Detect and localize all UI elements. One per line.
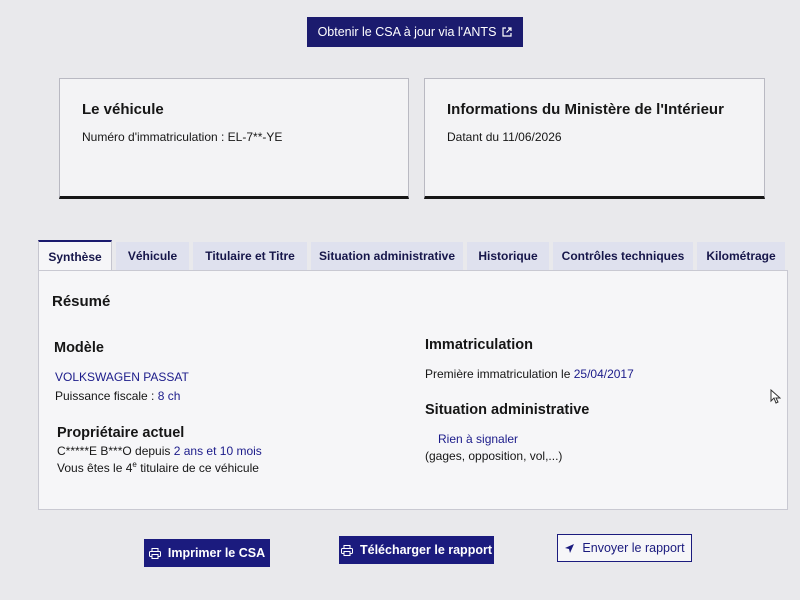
printer-icon [341, 544, 353, 556]
summary-panel: Résumé Modèle VOLKSWAGEN PASSAT Puissanc… [38, 270, 788, 510]
owner-since-value: 2 ans et 10 mois [173, 444, 262, 458]
plate-line: Numéro d'immatriculation : EL-7**-YE [82, 130, 282, 144]
plate-label: Numéro d'immatriculation : [82, 130, 228, 144]
owner-rank-suffix: titulaire de ce véhicule [136, 461, 259, 475]
print-csa-label: Imprimer le CSA [167, 546, 266, 560]
admin-status: Rien à signaler [438, 432, 519, 446]
vehicle-card-title: Le véhicule [82, 101, 164, 118]
send-report-button[interactable]: Envoyer le rapport [557, 534, 692, 562]
obtain-csa-button[interactable]: Obtenir le CSA à jour via l'ANTS [307, 17, 523, 47]
download-report-label: Télécharger le rapport [360, 543, 492, 557]
registration-heading: Immatriculation [425, 337, 533, 353]
admin-heading: Situation administrative [425, 402, 590, 418]
first-registration-line: Première immatriculation le 25/04/2017 [425, 367, 634, 381]
summary-title: Résumé [52, 293, 111, 310]
admin-detail: (gages, opposition, vol,...) [425, 449, 563, 463]
send-report-label: Envoyer le rapport [582, 541, 685, 555]
fiscal-power-label: Puissance fiscale : [55, 389, 158, 403]
model-heading: Modèle [54, 340, 104, 356]
fiscal-power-value: 8 ch [157, 389, 181, 403]
tab-titulaire[interactable]: Titulaire et Titre [193, 242, 307, 270]
external-link-icon [502, 27, 513, 37]
printer-icon [148, 547, 161, 559]
ministry-date: Datant du 11/06/2026 [447, 130, 562, 144]
tab-historique[interactable]: Historique [467, 242, 549, 270]
mouse-cursor-icon [770, 389, 781, 404]
ministry-card: Informations du Ministère de l'Intérieur… [424, 78, 765, 199]
model-name: VOLKSWAGEN PASSAT [55, 370, 189, 384]
first-registration-date: 25/04/2017 [573, 367, 634, 381]
owner-rank-prefix: Vous êtes le [57, 461, 126, 475]
owner-line: C*****E B***O depuis 2 ans et 10 mois [57, 444, 262, 458]
owner-heading: Propriétaire actuel [57, 425, 185, 441]
tab-synthese[interactable]: Synthèse [38, 240, 112, 272]
tab-kilometrage[interactable]: Kilométrage [697, 242, 785, 270]
tab-controles-techniques[interactable]: Contrôles techniques [553, 242, 693, 270]
tab-situation-administrative[interactable]: Situation administrative [311, 242, 463, 270]
fiscal-power-line: Puissance fiscale : 8 ch [55, 389, 180, 403]
download-report-button[interactable]: Télécharger le rapport [339, 536, 494, 564]
vehicle-card: Le véhicule Numéro d'immatriculation : E… [59, 78, 409, 199]
tab-vehicule[interactable]: Véhicule [116, 242, 189, 270]
owner-name: C*****E B***O [57, 444, 132, 458]
print-csa-button[interactable]: Imprimer le CSA [144, 539, 270, 567]
first-registration-label: Première immatriculation le [425, 367, 574, 381]
send-icon [565, 543, 575, 553]
owner-rank-line: Vous êtes le 4e titulaire de ce véhicule [57, 460, 259, 475]
obtain-csa-label: Obtenir le CSA à jour via l'ANTS [317, 25, 497, 39]
plate-value: EL-7**-YE [227, 130, 283, 144]
owner-since-label: depuis [131, 444, 174, 458]
ministry-card-title: Informations du Ministère de l'Intérieur [447, 101, 724, 118]
